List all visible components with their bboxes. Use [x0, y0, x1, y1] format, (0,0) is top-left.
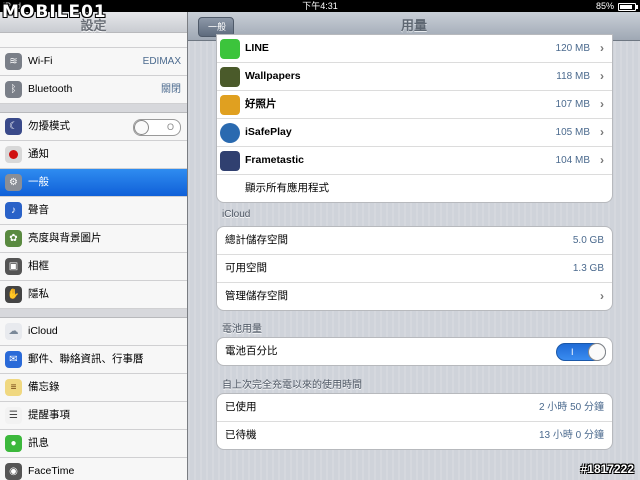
app-row-isafeplay[interactable]: iSafePlay 105 MB ›: [217, 119, 612, 147]
speaker-icon: ♪: [5, 202, 22, 219]
chevron-right-icon: ›: [600, 97, 604, 111]
standby-row: 已待機 13 小時 0 分鐘: [225, 429, 604, 441]
bluetooth-icon: ᛒ: [5, 81, 22, 98]
sidebar-item-privacy[interactable]: ✋ 隱私: [0, 281, 187, 309]
sidebar-item-notifications[interactable]: 通知: [0, 141, 187, 169]
sidebar-item-airplane-partial[interactable]: [0, 33, 187, 48]
app-usage-list: LINE 120 MB › Wallpapers 118 MB › 好照片 10…: [216, 34, 613, 203]
icloud-total-storage-row: 總計儲存空間 5.0 GB: [217, 227, 612, 255]
reminders-icon: ☰: [5, 407, 22, 424]
app-row-good-photos[interactable]: 好照片 107 MB ›: [217, 91, 612, 119]
sidebar-item-do-not-disturb[interactable]: ☾ 勿擾模式 O: [0, 113, 187, 141]
notes-icon: ≡: [5, 379, 22, 396]
sidebar-item-general[interactable]: ⚙ 一般: [0, 169, 187, 197]
show-all-apps-row[interactable]: 顯示所有應用程式: [217, 175, 612, 202]
app-row-wallpapers[interactable]: Wallpapers 118 MB ›: [217, 63, 612, 91]
icloud-available-storage-row: 可用空間 1.3 GB: [217, 255, 612, 283]
toggle-off-label: O: [166, 122, 174, 132]
sidebar-item-reminders[interactable]: ☰ 提醒事項: [0, 402, 187, 430]
toggle-knob: [134, 120, 149, 135]
mail-icon: ✉: [5, 351, 22, 368]
chevron-right-icon: ›: [600, 69, 604, 83]
wifi-icon: ≋: [5, 53, 22, 70]
sidebar-item-mail[interactable]: ✉ 郵件、聯絡資訊、行事曆: [0, 346, 187, 374]
brightness-icon: ✿: [5, 230, 22, 247]
picture-frame-icon: ▣: [5, 258, 22, 275]
watermark-image-id: #1817222: [580, 462, 634, 476]
battery-group: 電池百分比 I: [216, 337, 613, 366]
switch-knob: [588, 343, 606, 361]
watermark-logo: MOBILE01: [2, 2, 107, 22]
usage-pane: 一般 用量 LINE 120 MB › Wallpapers 118 MB › …: [188, 12, 640, 480]
notification-icon: [5, 146, 22, 163]
line-app-icon: [220, 39, 240, 59]
sidebar-group-general: ☾ 勿擾模式 O 通知 ⚙ 一般 ♪ 聲音 ✿ 亮度與背景圖片 ▣ 相框 ✋ 隱…: [0, 112, 187, 309]
sidebar-group-accounts: ☁ iCloud ✉ 郵件、聯絡資訊、行事曆 ≡ 備忘錄 ☰ 提醒事項 ● 訊息…: [0, 317, 187, 480]
usage-row: 已使用 2 小時 50 分鐘: [217, 394, 612, 422]
cloud-icon: ☁: [5, 323, 22, 340]
gear-icon: ⚙: [5, 174, 22, 191]
usage-time-section-title: 自上次完全充電以來的使用時間: [222, 380, 362, 391]
battery-percentage-switch[interactable]: I: [556, 343, 606, 361]
chevron-right-icon: ›: [600, 125, 604, 139]
sidebar-item-notes[interactable]: ≡ 備忘錄: [0, 374, 187, 402]
moon-icon: ☾: [5, 118, 22, 135]
battery-section-title: 電池用量: [222, 324, 262, 335]
usage-time-group: 已使用 2 小時 50 分鐘 已待機 13 小時 0 分鐘: [216, 393, 613, 450]
sidebar-item-facetime[interactable]: ◉ FaceTime: [0, 458, 187, 480]
sidebar-item-brightness[interactable]: ✿ 亮度與背景圖片: [0, 225, 187, 253]
sidebar-item-picture-frame[interactable]: ▣ 相框: [0, 253, 187, 281]
sidebar-item-messages[interactable]: ● 訊息: [0, 430, 187, 458]
wallpapers-app-icon: [220, 67, 240, 87]
do-not-disturb-toggle[interactable]: O: [133, 119, 181, 136]
battery-percentage: 85%: [595, 1, 614, 11]
photo-app-icon: [220, 95, 240, 115]
battery-percentage-row: 電池百分比 I: [217, 338, 612, 365]
sidebar-group-network: ≋ Wi-Fi EDIMAX ᛒ Bluetooth 關閉: [0, 32, 187, 104]
sidebar-item-sounds[interactable]: ♪ 聲音: [0, 197, 187, 225]
messages-icon: ●: [5, 435, 22, 452]
chevron-right-icon: ›: [600, 289, 604, 303]
icloud-group: 總計儲存空間 5.0 GB 可用空間 1.3 GB 管理儲存空間 ›: [216, 226, 613, 311]
sidebar-item-bluetooth[interactable]: ᛒ Bluetooth 關閉: [0, 76, 187, 104]
settings-sidebar: 設定 ≋ Wi-Fi EDIMAX ᛒ Bluetooth 關閉 ☾ 勿擾模式 …: [0, 12, 188, 480]
battery-icon: [618, 3, 638, 11]
chevron-right-icon: ›: [600, 153, 604, 167]
icloud-section-title: iCloud: [222, 209, 251, 220]
frametastic-app-icon: [220, 151, 240, 171]
sidebar-item-icloud[interactable]: ☁ iCloud: [0, 318, 187, 346]
isafeplay-app-icon: [220, 123, 240, 143]
sidebar-item-wifi[interactable]: ≋ Wi-Fi EDIMAX: [0, 48, 187, 76]
app-row-line[interactable]: LINE 120 MB ›: [217, 35, 612, 63]
app-row-frametastic[interactable]: Frametastic 104 MB ›: [217, 147, 612, 175]
hand-icon: ✋: [5, 286, 22, 303]
manage-storage-row[interactable]: 管理儲存空間 ›: [217, 283, 612, 310]
chevron-right-icon: ›: [600, 41, 604, 55]
facetime-icon: ◉: [5, 463, 22, 480]
